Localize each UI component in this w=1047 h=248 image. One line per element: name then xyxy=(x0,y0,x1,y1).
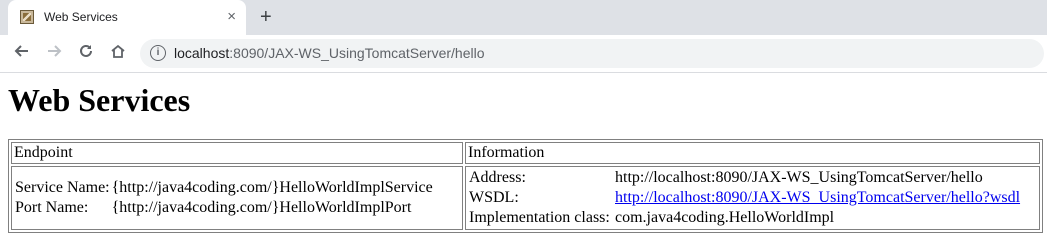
list-item: Service Name: {http://java4coding.com/}H… xyxy=(14,178,434,198)
arrow-left-icon xyxy=(14,45,28,57)
service-name-value: {http://java4coding.com/}HelloWorldImplS… xyxy=(111,179,433,196)
reload-icon xyxy=(80,44,92,57)
tab-close-icon[interactable]: × xyxy=(227,8,236,26)
back-button[interactable] xyxy=(10,41,34,65)
implementation-class-value: com.java4coding.HelloWorldImpl xyxy=(615,209,835,226)
wsdl-link[interactable]: http://localhost:8090/JAX-WS_UsingTomcat… xyxy=(615,189,1020,206)
list-item: Port Name: {http://java4coding.com/}Hell… xyxy=(14,198,434,218)
table-header-row: Endpoint Information xyxy=(11,142,1040,164)
tab-title: Web Services xyxy=(44,10,118,24)
url-path: :8090/JAX-WS_UsingTomcatServer/hello xyxy=(229,45,485,61)
arrow-right-icon xyxy=(48,45,62,57)
information-cell: Address: http://localhost:8090/JAX-WS_Us… xyxy=(465,166,1040,230)
address-label: Address: xyxy=(469,169,526,186)
table-row: Service Name: {http://java4coding.com/}H… xyxy=(11,166,1040,230)
list-item: WSDL: http://localhost:8090/JAX-WS_Using… xyxy=(468,188,1021,208)
service-name-label: Service Name: xyxy=(15,179,110,196)
url-host: localhost xyxy=(174,45,230,61)
information-details: Address: http://localhost:8090/JAX-WS_Us… xyxy=(468,168,1021,228)
endpoint-cell: Service Name: {http://java4coding.com/}H… xyxy=(11,166,463,230)
wsdl-label: WSDL: xyxy=(469,189,519,206)
implementation-class-label: Implementation class: xyxy=(469,209,610,226)
tab-strip: Web Services × + xyxy=(0,0,1047,35)
favicon-icon xyxy=(20,10,34,24)
info-icon[interactable]: i xyxy=(150,45,166,61)
url-text[interactable]: localhost:8090/JAX-WS_UsingTomcatServer/… xyxy=(174,45,485,61)
header-endpoint: Endpoint xyxy=(11,142,463,164)
port-name-value: {http://java4coding.com/}HelloWorldImplP… xyxy=(111,199,412,216)
header-information: Information xyxy=(465,142,1040,164)
list-item: Implementation class: com.java4coding.He… xyxy=(468,208,1021,228)
web-services-table: Endpoint Information Service Name: {http… xyxy=(8,139,1043,233)
home-icon xyxy=(111,44,125,58)
new-tab-button[interactable]: + xyxy=(260,5,272,29)
address-value: http://localhost:8090/JAX-WS_UsingTomcat… xyxy=(615,169,983,186)
home-button[interactable] xyxy=(106,41,130,65)
list-item: Address: http://localhost:8090/JAX-WS_Us… xyxy=(468,168,1021,188)
page-title: Web Services xyxy=(8,82,191,118)
port-name-label: Port Name: xyxy=(15,199,89,216)
reload-button[interactable] xyxy=(74,41,98,65)
tab-web-services[interactable]: Web Services × xyxy=(8,0,246,35)
address-bar[interactable]: i localhost:8090/JAX-WS_UsingTomcatServe… xyxy=(140,39,1044,68)
forward-button[interactable] xyxy=(42,41,66,65)
toolbar: i localhost:8090/JAX-WS_UsingTomcatServe… xyxy=(0,35,1047,73)
endpoint-details: Service Name: {http://java4coding.com/}H… xyxy=(14,178,434,218)
